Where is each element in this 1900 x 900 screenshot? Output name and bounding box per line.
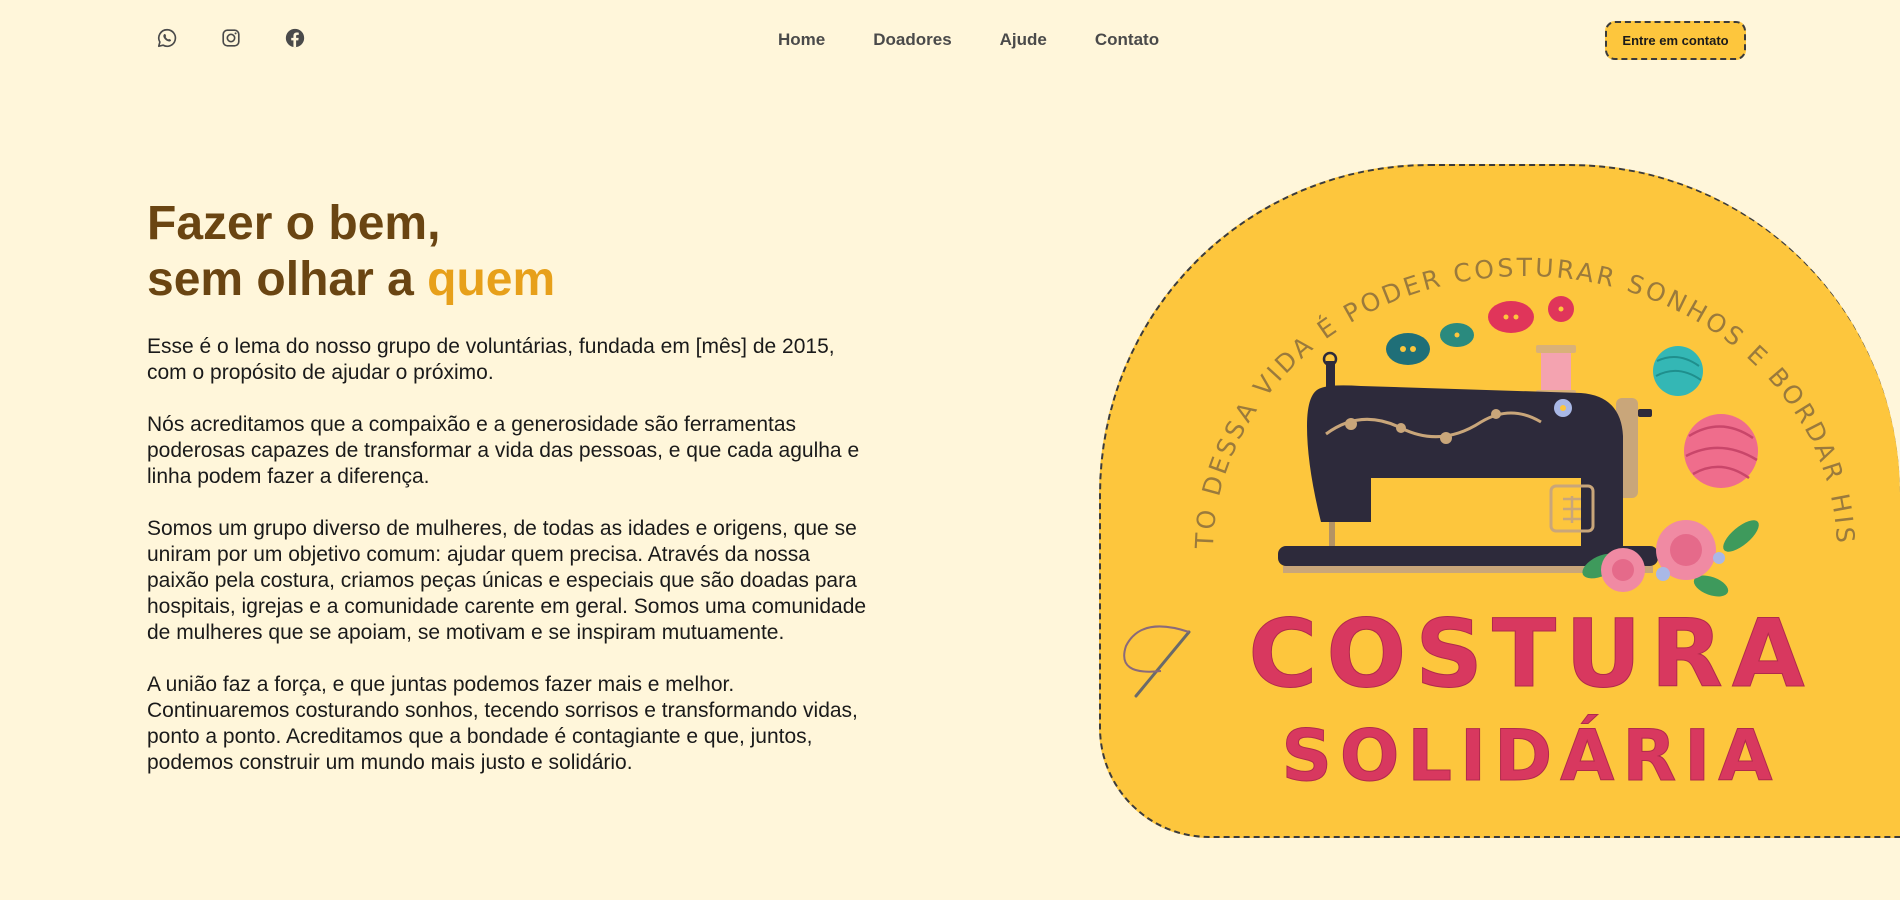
whatsapp-link[interactable] — [155, 26, 179, 50]
site-header: Home Doadores Ajude Contato Entre em con… — [0, 0, 1900, 80]
sewing-machine-icon — [1278, 351, 1658, 573]
hero-title: Fazer o bem, sem olhar a quem — [147, 196, 555, 308]
facebook-link[interactable] — [283, 26, 307, 50]
logo-arc-text: O BONITO DESSA VIDA É PODER COSTURAR SON… — [1101, 166, 1860, 550]
hero-title-line1: Fazer o bem, — [147, 197, 441, 250]
hero-title-line2: sem olhar a — [147, 253, 428, 306]
logo-word-solidaria: SOLIDÁRIA — [1282, 715, 1781, 797]
hero-title-accent: quem — [427, 253, 556, 306]
copy-paragraph-4: A união faz a força, e que juntas podemo… — [147, 673, 858, 774]
costura-solidaria-logo: O BONITO DESSA VIDA É PODER COSTURAR SON… — [1101, 166, 1860, 798]
instagram-icon — [222, 29, 240, 47]
logo-word-costura: COSTURA — [1248, 600, 1813, 709]
copy-paragraph-1: Esse é o lema do nosso grupo de voluntár… — [147, 335, 835, 384]
main-nav: Home Doadores Ajude Contato — [778, 30, 1159, 50]
hero-copy: Esse é o lema do nosso grupo de voluntár… — [147, 334, 872, 802]
nav-ajude[interactable]: Ajude — [1000, 30, 1047, 50]
logo-panel: O BONITO DESSA VIDA É PODER COSTURAR SON… — [1099, 164, 1900, 838]
contact-button[interactable]: Entre em contato — [1605, 21, 1746, 60]
nav-contato[interactable]: Contato — [1095, 30, 1159, 50]
copy-paragraph-2: Nós acreditamos que a compaixão e a gene… — [147, 413, 860, 488]
whatsapp-icon — [157, 28, 177, 48]
social-links — [155, 26, 307, 50]
yarn-ball-icon — [1653, 346, 1758, 488]
nav-home[interactable]: Home — [778, 30, 825, 50]
thread-spool-icon — [1536, 345, 1576, 398]
needle-icon — [1123, 625, 1191, 698]
facebook-icon — [285, 28, 305, 48]
nav-doadores[interactable]: Doadores — [873, 30, 951, 50]
instagram-link[interactable] — [219, 26, 243, 50]
copy-paragraph-3: Somos um grupo diverso de mulheres, de t… — [147, 517, 867, 644]
